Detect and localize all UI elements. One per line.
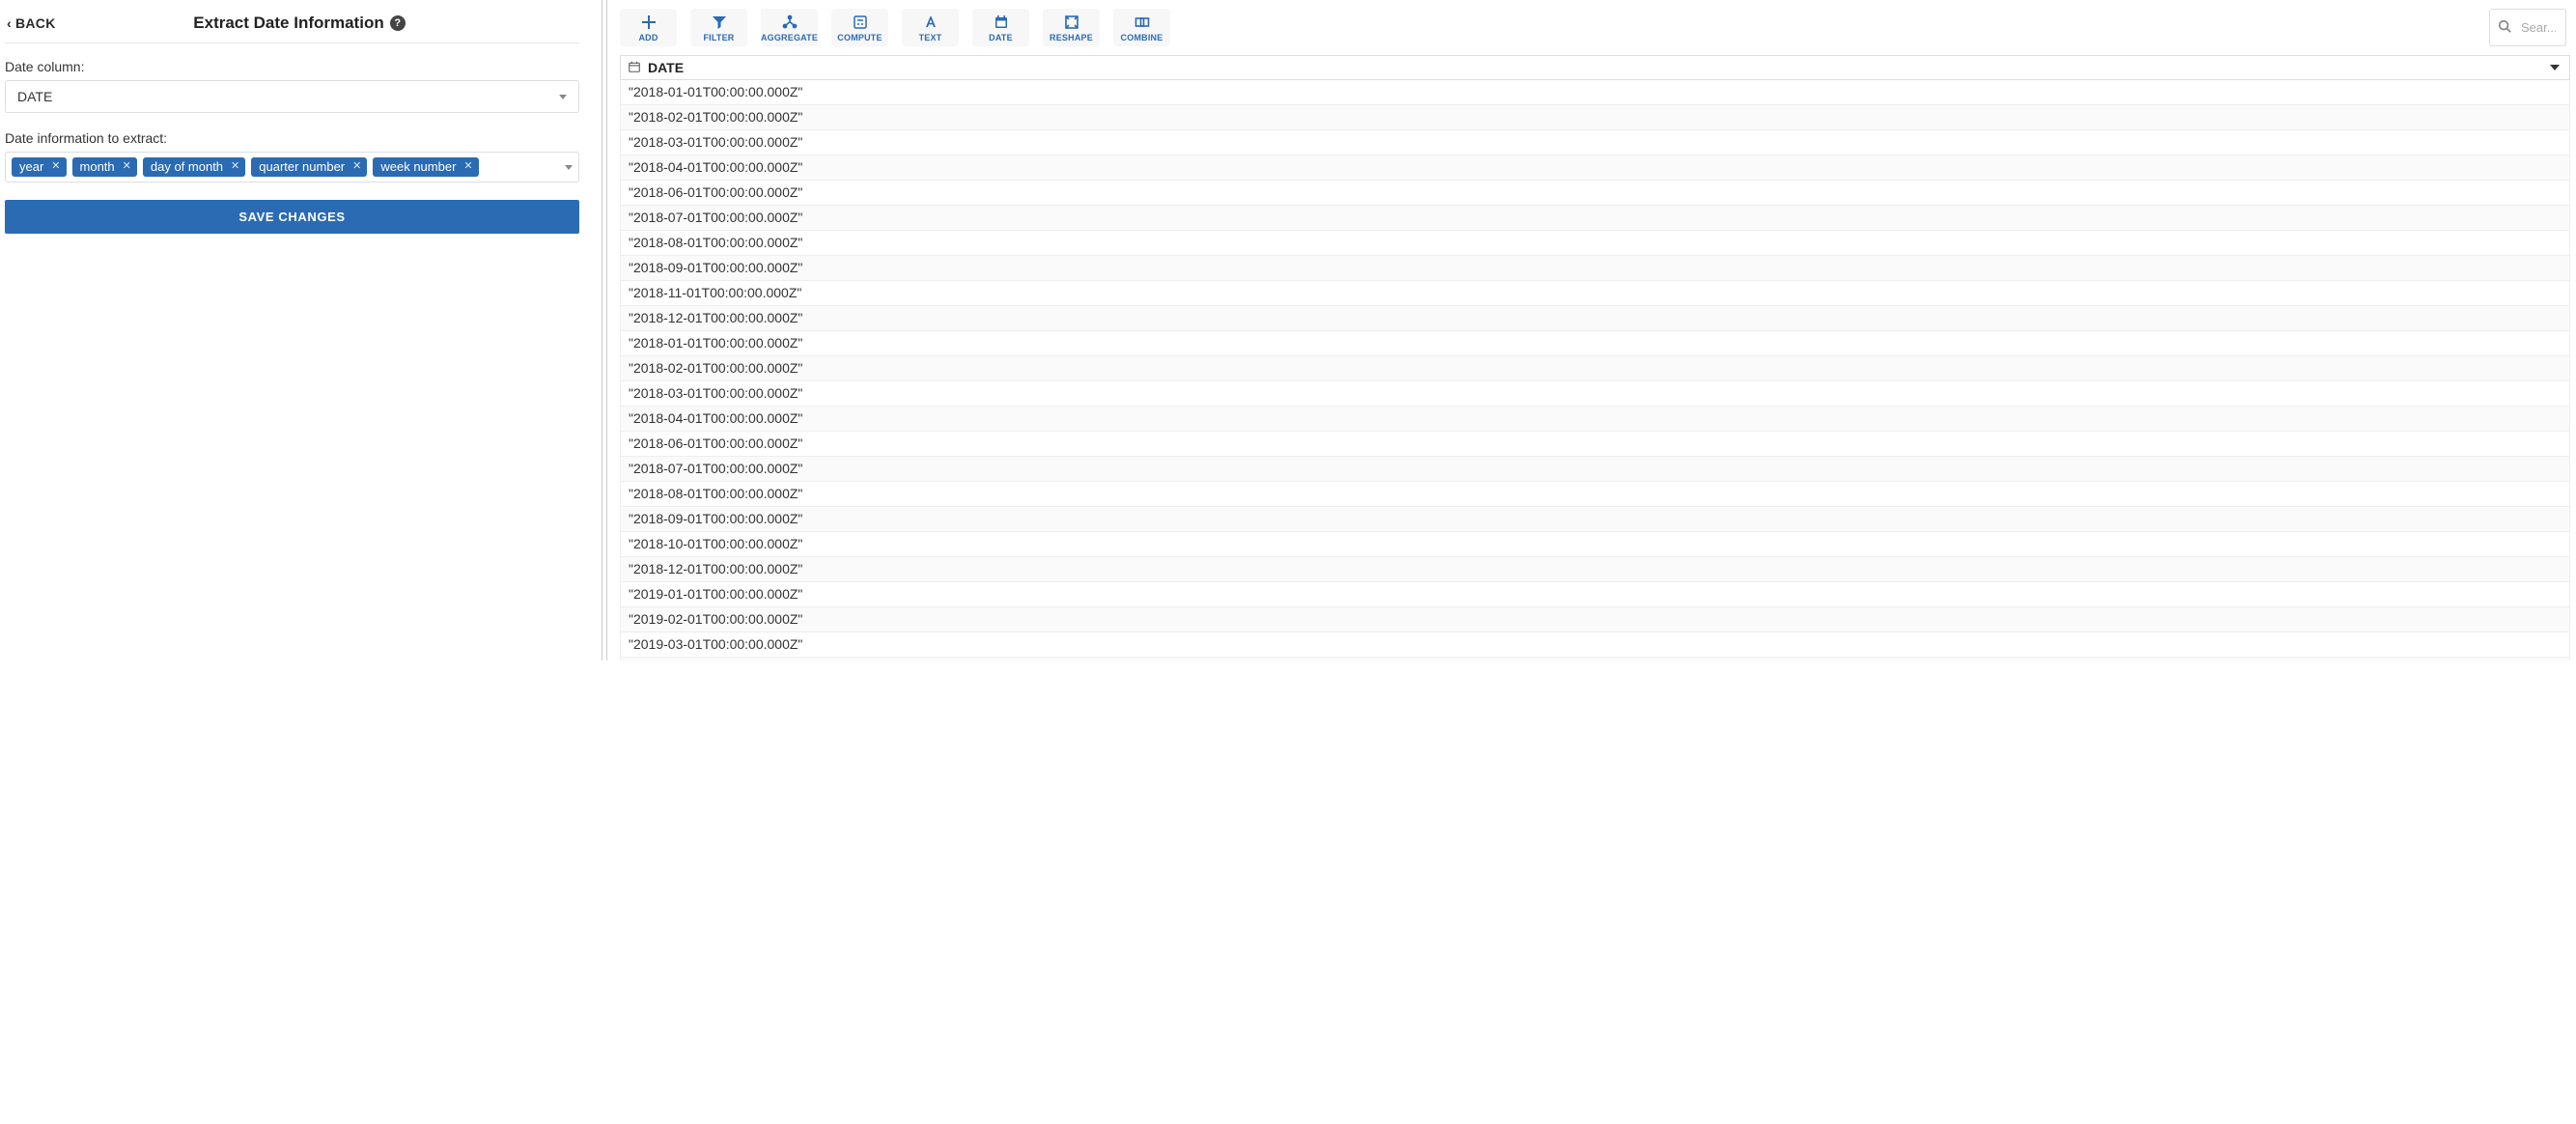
extract-info-multiselect[interactable]: year✕month✕day of month✕quarter number✕w…: [5, 152, 579, 183]
table-cell[interactable]: "2018-12-01T00:00:00.000Z": [621, 557, 2569, 582]
chevron-down-icon: [565, 165, 573, 170]
tag-remove-icon[interactable]: ✕: [51, 161, 60, 172]
toolbar-text-button[interactable]: TEXT: [902, 9, 959, 46]
column-header[interactable]: DATE: [620, 55, 2570, 80]
toolbar-button-label: AGGREGATE: [761, 33, 818, 42]
toolbar-combine-button[interactable]: COMBINE: [1113, 9, 1170, 46]
panel-title: Extract Date Information ?: [193, 14, 405, 33]
date-icon: [994, 14, 1009, 30]
date-column-value: DATE: [17, 89, 52, 104]
table-cell[interactable]: "2018-03-01T00:00:00.000Z": [621, 381, 2569, 407]
search-icon: [2498, 19, 2511, 36]
table-cell[interactable]: "2018-01-01T00:00:00.000Z": [621, 80, 2569, 105]
toolbar-button-label: FILTER: [703, 33, 734, 42]
panel-header: ‹ BACK Extract Date Information ?: [5, 15, 579, 43]
toolbar-date-button[interactable]: DATE: [972, 9, 1029, 46]
back-label: BACK: [15, 15, 56, 31]
toolbar-filter-button[interactable]: FILTER: [690, 9, 747, 46]
table-cell[interactable]: "2019-02-01T00:00:00.000Z": [621, 607, 2569, 632]
toolbar-compute-button[interactable]: COMPUTE: [831, 9, 888, 46]
tag-remove-icon[interactable]: ✕: [123, 161, 131, 172]
tag-remove-icon[interactable]: ✕: [231, 161, 239, 172]
config-panel: ‹ BACK Extract Date Information ? Date c…: [0, 0, 599, 660]
extract-info-label: Date information to extract:: [5, 130, 579, 146]
date-column-label: Date column:: [5, 59, 579, 74]
search-box[interactable]: [2489, 9, 2566, 46]
add-icon: [641, 14, 657, 30]
toolbar-aggregate-button[interactable]: AGGREGATE: [761, 9, 818, 46]
tag-year: year ✕: [12, 157, 67, 177]
table-cell[interactable]: "2018-03-01T00:00:00.000Z": [621, 130, 2569, 155]
transform-toolbar: ADD FILTER AGGREGATE COMPUTE TEXT DATE RESHAPE…: [610, 0, 2576, 55]
data-table: DATE "2018-01-01T00:00:00.000Z""2018-02-…: [610, 55, 2576, 660]
tag-week-number: week number ✕: [373, 157, 478, 177]
aggregate-icon: [782, 14, 798, 30]
chevron-left-icon: ‹: [7, 16, 12, 30]
table-cell[interactable]: "2018-10-01T00:00:00.000Z": [621, 532, 2569, 557]
table-cell[interactable]: "2019-04-01T00:00:00.000Z": [621, 658, 2569, 660]
save-changes-button[interactable]: SAVE CHANGES: [5, 200, 579, 234]
tag-label: month: [80, 159, 115, 174]
back-button[interactable]: ‹ BACK: [5, 15, 56, 31]
table-cell[interactable]: "2019-01-01T00:00:00.000Z": [621, 582, 2569, 607]
toolbar-add-button[interactable]: ADD: [620, 9, 677, 46]
table-cell[interactable]: "2018-01-01T00:00:00.000Z": [621, 331, 2569, 356]
toolbar-button-label: RESHAPE: [1050, 33, 1093, 42]
toolbar-button-label: COMPUTE: [837, 33, 882, 42]
tag-label: year: [19, 159, 43, 174]
table-cell[interactable]: "2018-08-01T00:00:00.000Z": [621, 231, 2569, 256]
table-cell[interactable]: "2019-03-01T00:00:00.000Z": [621, 632, 2569, 658]
table-cell[interactable]: "2018-06-01T00:00:00.000Z": [621, 181, 2569, 206]
table-cell[interactable]: "2018-02-01T00:00:00.000Z": [621, 356, 2569, 381]
date-column-select[interactable]: DATE: [5, 80, 579, 113]
calendar-icon: [629, 61, 640, 75]
panel-resize-handle[interactable]: [599, 0, 610, 660]
tag-label: quarter number: [259, 159, 345, 174]
search-input[interactable]: [2519, 19, 2558, 36]
toolbar-button-label: COMBINE: [1121, 33, 1163, 42]
filter-icon: [712, 14, 727, 30]
table-cell[interactable]: "2018-04-01T00:00:00.000Z": [621, 407, 2569, 432]
compute-icon: [853, 14, 868, 30]
tag-quarter-number: quarter number ✕: [251, 157, 367, 177]
chevron-down-icon[interactable]: [2550, 65, 2560, 70]
tag-label: week number: [380, 159, 456, 174]
help-icon[interactable]: ?: [390, 15, 406, 31]
column-header-label: DATE: [648, 60, 684, 75]
tag-remove-icon[interactable]: ✕: [352, 161, 361, 172]
text-icon: [923, 14, 938, 30]
table-cell[interactable]: "2018-09-01T00:00:00.000Z": [621, 256, 2569, 281]
table-cell[interactable]: "2018-04-01T00:00:00.000Z": [621, 155, 2569, 181]
table-cell[interactable]: "2018-09-01T00:00:00.000Z": [621, 507, 2569, 532]
table-cell[interactable]: "2018-12-01T00:00:00.000Z": [621, 306, 2569, 331]
chevron-down-icon: [559, 95, 567, 99]
tag-day-of-month: day of month ✕: [143, 157, 245, 177]
data-panel: ADD FILTER AGGREGATE COMPUTE TEXT DATE RESHAPE…: [610, 0, 2576, 660]
table-cell[interactable]: "2018-07-01T00:00:00.000Z": [621, 457, 2569, 482]
table-cell[interactable]: "2018-11-01T00:00:00.000Z": [621, 281, 2569, 306]
combine-icon: [1134, 14, 1150, 30]
table-cell[interactable]: "2018-08-01T00:00:00.000Z": [621, 482, 2569, 507]
reshape-icon: [1064, 14, 1079, 30]
tag-remove-icon[interactable]: ✕: [463, 161, 472, 172]
table-cell[interactable]: "2018-06-01T00:00:00.000Z": [621, 432, 2569, 457]
table-cell[interactable]: "2018-02-01T00:00:00.000Z": [621, 105, 2569, 130]
tag-month: month ✕: [72, 157, 137, 177]
tag-label: day of month: [151, 159, 223, 174]
toolbar-button-label: TEXT: [919, 33, 942, 42]
toolbar-button-label: ADD: [638, 33, 658, 42]
toolbar-button-label: DATE: [989, 33, 1013, 42]
table-cell[interactable]: "2018-07-01T00:00:00.000Z": [621, 206, 2569, 231]
panel-title-text: Extract Date Information: [193, 14, 383, 33]
toolbar-reshape-button[interactable]: RESHAPE: [1043, 9, 1100, 46]
